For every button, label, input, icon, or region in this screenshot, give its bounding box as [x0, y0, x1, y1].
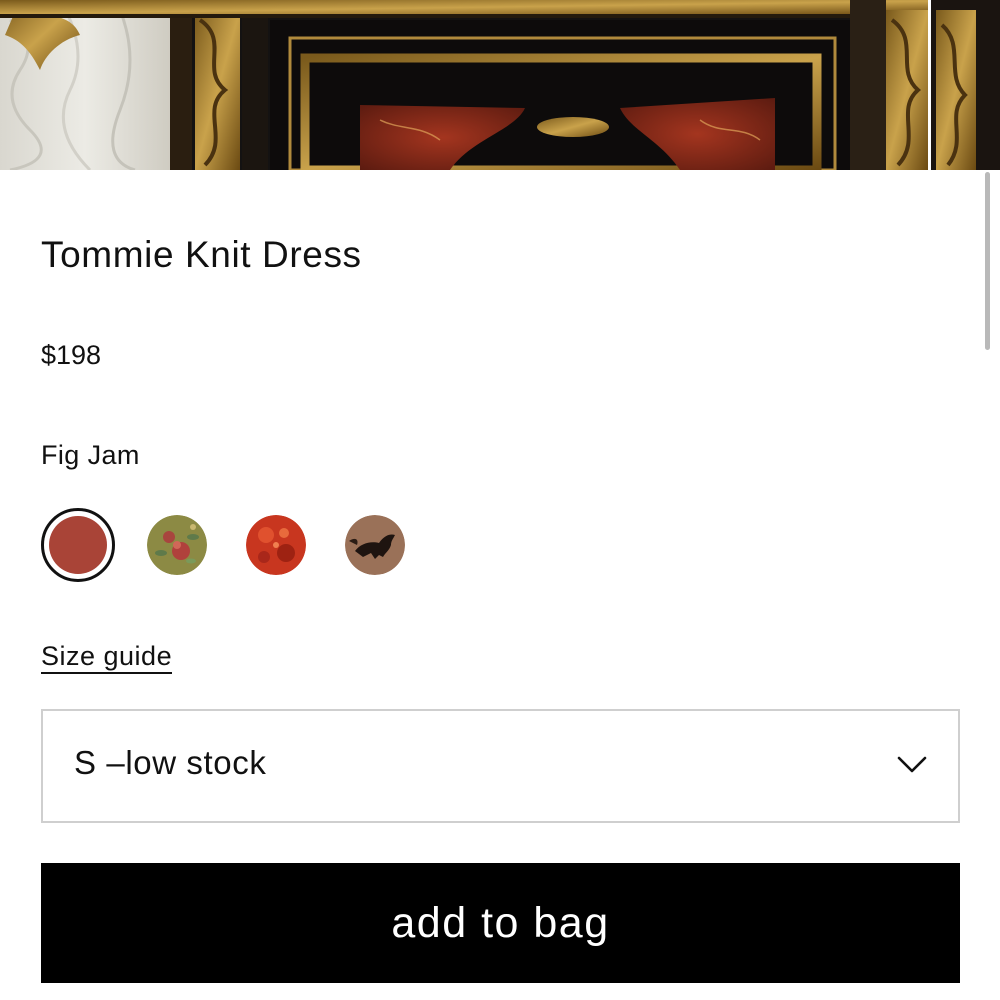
- chevron-down-icon: [896, 755, 928, 780]
- add-to-bag-button[interactable]: add to bag: [41, 863, 960, 983]
- floral-olive-pattern-icon: [147, 515, 207, 575]
- red-floral-pattern-icon: [246, 515, 306, 575]
- swatch-floral-olive[interactable]: [147, 515, 207, 575]
- size-select-value: S –low stock: [74, 744, 267, 781]
- color-swatches: [41, 508, 444, 582]
- swatch-horse-print[interactable]: [345, 515, 405, 575]
- horse-print-pattern-icon: [345, 515, 405, 575]
- product-title: Tommie Knit Dress: [41, 234, 362, 275]
- size-guide-link[interactable]: Size guide: [41, 641, 173, 675]
- product-price: $198: [41, 340, 102, 370]
- size-select[interactable]: S –low stock: [41, 709, 960, 823]
- product-page: Tommie Knit Dress $198 Fig Jam Size guid…: [0, 0, 1000, 1000]
- swatch-fig-jam[interactable]: [41, 508, 115, 582]
- product-image[interactable]: [0, 0, 1000, 170]
- selected-color-name: Fig Jam: [41, 440, 140, 470]
- swatch-fig-jam-fill: [49, 516, 107, 574]
- swatch-red-floral[interactable]: [246, 515, 306, 575]
- scrollbar[interactable]: [985, 172, 990, 350]
